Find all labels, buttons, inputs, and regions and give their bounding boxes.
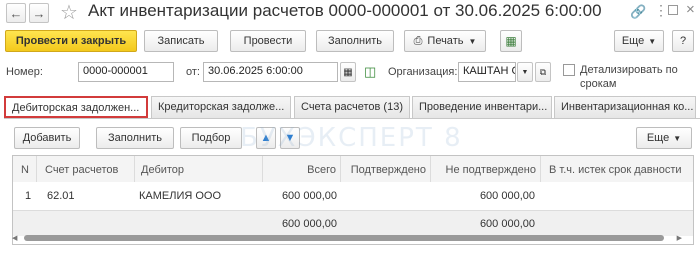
chevron-down-icon: ▼ xyxy=(673,133,682,143)
column-header-unconfirmed[interactable]: Не подтверждено xyxy=(431,156,541,182)
save-button[interactable]: Записать xyxy=(144,30,218,52)
close-icon[interactable]: × xyxy=(686,1,695,18)
arrow-left-icon: ← xyxy=(9,5,23,21)
organization-field[interactable]: КАШТАН С xyxy=(458,62,516,82)
date-label: от: xyxy=(186,66,200,78)
link-icon[interactable]: 🔗 xyxy=(630,4,646,20)
tab-accounts[interactable]: Счета расчетов (13) xyxy=(294,96,410,118)
tabs-divider xyxy=(4,118,700,119)
chevron-down-icon: ▼ xyxy=(648,36,657,46)
scroll-right-arrow-icon[interactable]: ▶ xyxy=(677,234,682,242)
watermark-logo: БУХЭКСПЕРТ 8 xyxy=(240,123,463,153)
back-button[interactable]: ← xyxy=(6,3,26,23)
table-fill-button[interactable]: Заполнить xyxy=(96,127,174,149)
tab-receivables[interactable]: Дебиторская задолжен... xyxy=(4,96,148,118)
column-header-n[interactable]: N xyxy=(13,156,37,182)
tab-commission[interactable]: Инвентаризационная ко... xyxy=(554,96,696,118)
number-field[interactable]: 0000-000001 xyxy=(78,62,174,82)
post-and-close-button[interactable]: Провести и закрыть xyxy=(5,30,137,52)
chevron-down-icon: ▼ xyxy=(521,68,529,76)
forward-button[interactable]: → xyxy=(29,3,49,23)
cell-debtor: КАМЕЛИЯ ООО xyxy=(139,190,222,202)
footer-unconfirmed: 600 000,00 xyxy=(479,218,535,230)
maximize-icon[interactable] xyxy=(668,5,678,15)
horizontal-scrollbar[interactable]: ◀ ▶ xyxy=(12,234,682,242)
organization-dropdown-button[interactable]: ▼ xyxy=(517,62,533,82)
scroll-left-arrow-icon[interactable]: ◀ xyxy=(12,234,17,242)
column-header-total[interactable]: Всего xyxy=(263,156,341,182)
number-label: Номер: xyxy=(6,66,43,78)
table-more-button[interactable]: Еще ▼ xyxy=(636,127,692,149)
window-title: Акт инвентаризации расчетов 0000-000001 … xyxy=(88,1,602,20)
organization-label: Организация: xyxy=(388,66,458,78)
organization-open-button[interactable]: ⧉ xyxy=(535,62,551,82)
open-icon: ⧉ xyxy=(539,66,547,77)
structure-icon: ▦ xyxy=(505,34,517,48)
calendar-button[interactable]: ▦ xyxy=(340,62,356,82)
detail-by-terms-checkbox[interactable] xyxy=(563,64,575,76)
detail-by-terms-label-1: Детализировать по xyxy=(580,64,678,76)
column-header-debtor[interactable]: Дебитор xyxy=(135,156,263,182)
footer-total: 600 000,00 xyxy=(281,218,337,230)
cell-total: 600 000,00 xyxy=(281,190,337,202)
column-header-confirmed[interactable]: Подтверждено xyxy=(341,156,431,182)
calendar-icon: ▦ xyxy=(343,66,353,78)
tab-payables[interactable]: Кредиторская задолже... xyxy=(151,96,291,118)
select-button[interactable]: Подбор xyxy=(180,127,242,149)
favorite-star-icon[interactable]: ☆ xyxy=(60,0,78,25)
receivables-table: N Счет расчетов Дебитор Всего Подтвержде… xyxy=(12,155,694,245)
tab-posting[interactable]: Проведение инвентари... xyxy=(412,96,552,118)
print-button[interactable]: ⎙ Печать ▼ xyxy=(404,30,486,52)
arrow-right-icon: → xyxy=(32,5,46,21)
more-button[interactable]: Еще ▼ xyxy=(614,30,664,52)
table-row[interactable]: 1 62.01 КАМЕЛИЯ ООО 600 000,00 600 000,0… xyxy=(13,182,693,210)
date-field[interactable]: 30.06.2025 6:00:00 xyxy=(203,62,338,82)
detail-by-terms-label-2: срокам xyxy=(580,78,617,90)
post-button[interactable]: Провести xyxy=(230,30,306,52)
add-row-button[interactable]: Добавить xyxy=(14,127,80,149)
cell-confirmed xyxy=(341,185,427,207)
structure-button[interactable]: ▦ xyxy=(500,30,522,52)
table-footer: 600 000,00 600 000,00 xyxy=(13,210,693,236)
chevron-down-icon: ▼ xyxy=(468,36,477,46)
cell-n: 1 xyxy=(25,190,32,202)
document-status-icon: ◫ xyxy=(364,64,377,79)
menu-dots-icon[interactable]: ⋮ xyxy=(654,2,668,19)
cell-account: 62.01 xyxy=(47,190,75,202)
printer-icon: ⎙ xyxy=(413,34,423,47)
help-button[interactable]: ? xyxy=(672,30,694,52)
cell-unconfirmed: 600 000,00 xyxy=(479,190,535,202)
column-header-account[interactable]: Счет расчетов xyxy=(37,156,135,182)
column-header-expired[interactable]: В т.ч. истек срок давности xyxy=(541,156,693,182)
scrollbar-thumb[interactable] xyxy=(24,235,664,241)
fill-button[interactable]: Заполнить xyxy=(316,30,394,52)
